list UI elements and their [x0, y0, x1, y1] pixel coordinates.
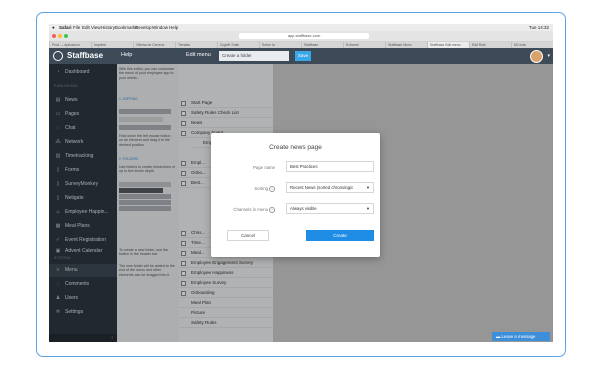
channel-label: Channels in menu	[233, 207, 268, 213]
menubar-item-view[interactable]: View	[91, 25, 101, 30]
help-icon[interactable]: ?	[269, 186, 275, 192]
sorting-label-row: Sorting?	[211, 186, 275, 192]
sorting-label: Sorting	[254, 186, 268, 192]
menubar-item-edit[interactable]: Edit	[82, 25, 90, 30]
leave-message-label: Leave a message	[501, 334, 536, 339]
caret-down-icon: ▼	[366, 185, 370, 190]
help-title: Help	[121, 52, 133, 58]
create-button[interactable]: Create	[306, 230, 374, 241]
help-icon[interactable]: ?	[269, 207, 275, 213]
menubar-item-history[interactable]: History	[101, 25, 115, 30]
desktop-screen: ● Safari File Edit View History Bookmark…	[49, 24, 553, 342]
menubar-item-help[interactable]: Help	[169, 25, 178, 30]
channel-value: Always visible	[290, 206, 317, 211]
menubar-item-window[interactable]: Window	[152, 25, 168, 30]
staffbase-logo-icon	[53, 51, 63, 61]
menubar-item-develop[interactable]: Develop	[135, 25, 152, 30]
minimize-window-button[interactable]	[58, 34, 62, 38]
caret-down-icon: ▼	[366, 206, 370, 211]
menubar-item-file[interactable]: File	[73, 25, 80, 30]
dialog-title: Create news page	[269, 144, 322, 151]
mac-menubar: ● Safari File Edit View History Bookmark…	[49, 24, 553, 31]
save-button[interactable]: Save	[295, 51, 311, 61]
channel-label-row: Channels in menu?	[211, 207, 275, 213]
browser-toolbar: app.staffbase.com	[49, 31, 553, 42]
brand-name: Staffbase	[67, 51, 104, 60]
avatar[interactable]	[530, 50, 543, 63]
leave-message-button[interactable]: ▬ Leave a message	[492, 332, 550, 341]
channel-select[interactable]: Always visible ▼	[286, 203, 374, 214]
address-bar[interactable]: app.staffbase.com	[239, 33, 369, 39]
page-name-label: Page name	[253, 165, 275, 170]
page-name-field[interactable]: Best Practices	[286, 161, 374, 172]
apple-icon[interactable]: ●	[52, 25, 55, 30]
create-news-page-dialog: Create news page Page name Best Practice…	[211, 133, 380, 257]
zoom-window-button[interactable]	[64, 34, 68, 38]
chevron-down-icon[interactable]: ▾	[547, 53, 550, 59]
menubar-item-safari[interactable]: Safari	[59, 25, 72, 30]
app-header: Staffbase Help Edit menu Create a folder…	[49, 48, 553, 64]
menubar-clock[interactable]: Tue 14:32	[529, 25, 549, 30]
close-window-button[interactable]	[52, 34, 56, 38]
sorting-select[interactable]: Recent News (sorted chronologic ▼	[286, 182, 374, 193]
sorting-value: Recent News (sorted chronologic	[290, 185, 354, 190]
cancel-button[interactable]: Cancel	[227, 230, 269, 241]
edit-menu-title: Edit menu	[186, 52, 211, 58]
create-folder-select[interactable]: Create a folder	[219, 51, 289, 61]
